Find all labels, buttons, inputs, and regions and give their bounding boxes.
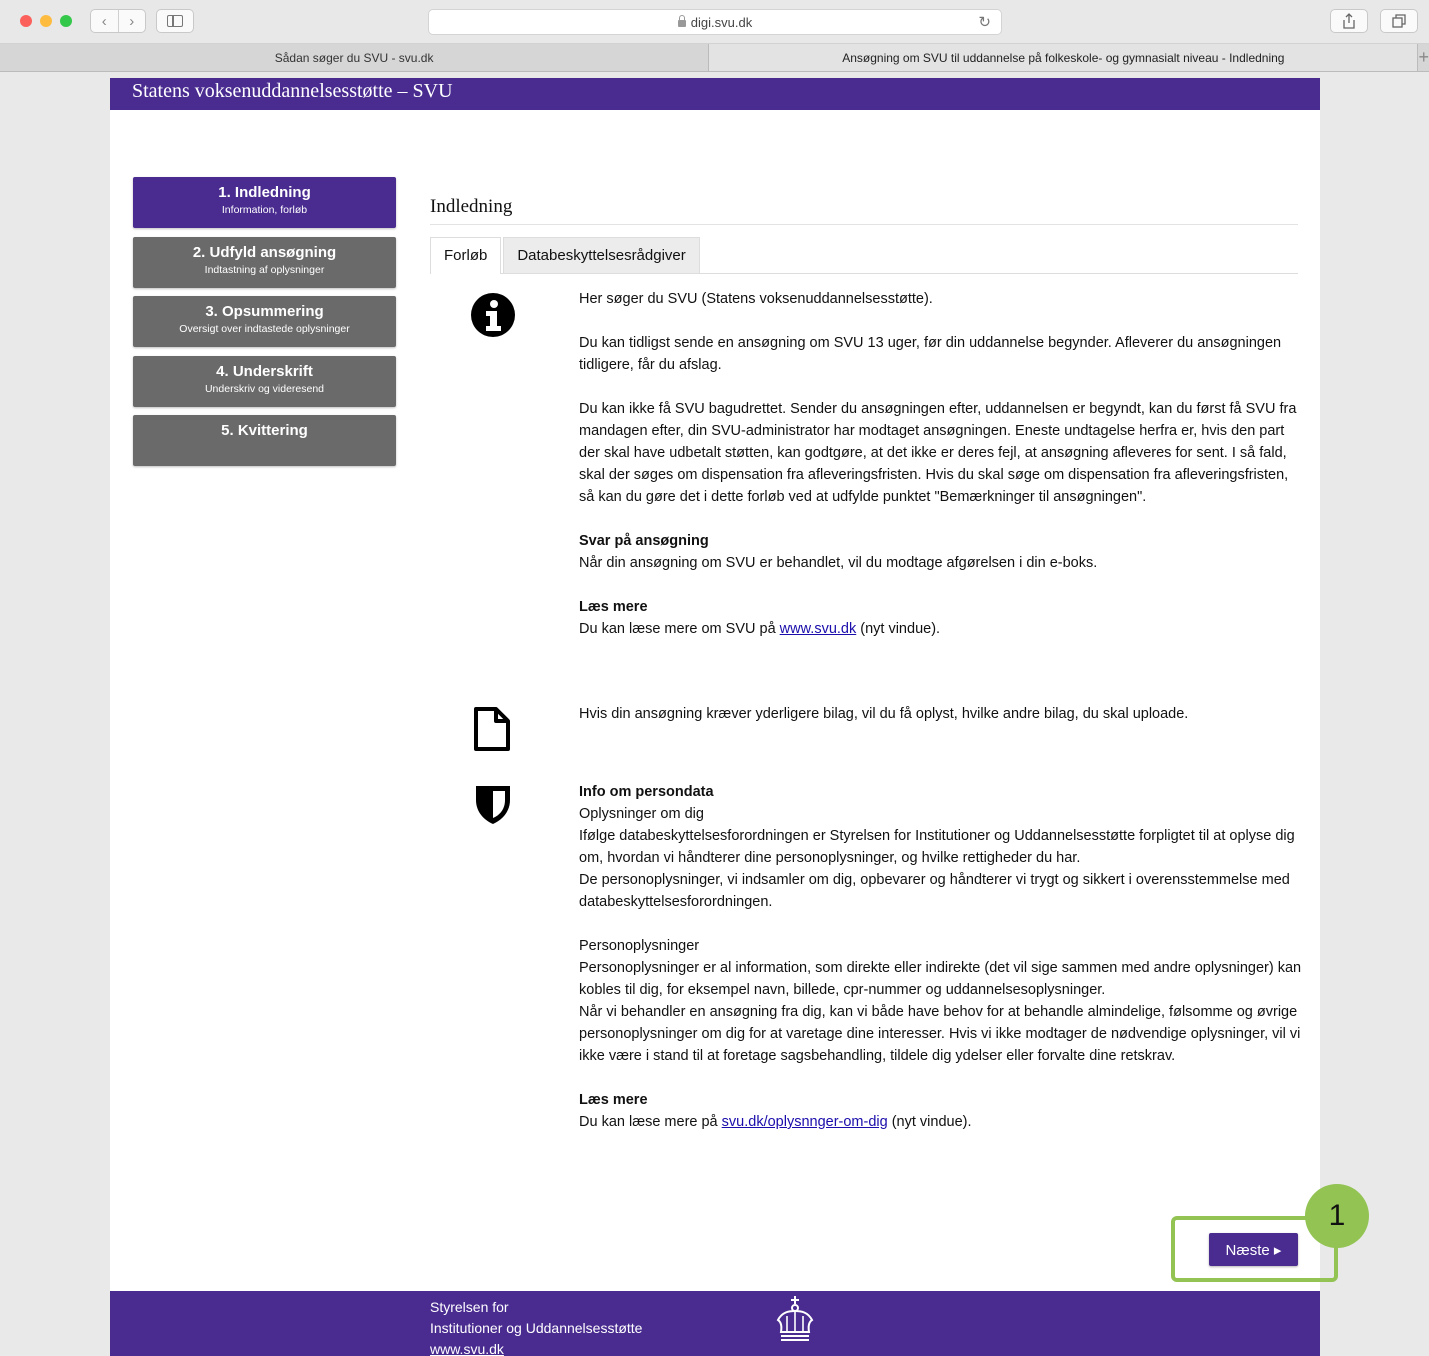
close-window-button[interactable] — [20, 15, 32, 27]
step-title: 1. Indledning — [218, 184, 311, 201]
step-subtitle: Information, forløb — [221, 204, 308, 216]
privacy-subheading: Oplysninger om dig — [579, 806, 704, 822]
url-text: digi.svu.dk — [690, 14, 753, 30]
browser-tab[interactable]: Sådan søger du SVU - svu.dk — [0, 44, 710, 71]
privacy-paragraph: Ifølge databeskyttelsesforordningen er S… — [579, 828, 1295, 866]
privacy-paragraph: Når vi behandler en ansøgning fra dig, k… — [579, 1004, 1301, 1064]
step-subtitle: Oversigt over indtastede oplysninger — [179, 323, 350, 335]
privacy-section: Info om persondata Oplysninger om dig If… — [430, 781, 1301, 1161]
info-paragraph: Du kan ikke få SVU bagudrettet. Sender d… — [579, 401, 1297, 505]
privacy-text: Info om persondata Oplysninger om dig If… — [579, 781, 1304, 1155]
read-more-heading: Læs mere — [579, 599, 648, 615]
content-tabs: Forløb Databeskyttelsesrådgiver — [430, 237, 1298, 274]
history-nav: ‹ › — [90, 9, 146, 33]
privacy-heading: Info om persondata — [579, 784, 714, 800]
site-title: Statens voksenuddannelsesstøtte – SVU — [132, 80, 453, 102]
personal-data-subheading: Personoplysninger — [579, 938, 700, 954]
site-header: Statens voksenuddannelsesstøtte – SVU — [110, 78, 1320, 110]
document-icon — [474, 707, 510, 751]
crown-logo-icon — [776, 1296, 814, 1341]
step-3-opsummering[interactable]: 3. Opsummering Oversigt over indtastede … — [133, 296, 396, 347]
step-title: 3. Opsummering — [205, 303, 324, 320]
page-title: Indledning — [430, 196, 1298, 225]
share-button[interactable] — [1330, 9, 1368, 33]
address-bar[interactable]: digi.svu.dk ↻ — [428, 9, 1002, 35]
reload-icon[interactable]: ↻ — [978, 13, 991, 31]
read-more-suffix: (nyt vindue). — [860, 621, 941, 637]
info-paragraph: Her søger du SVU (Statens voksenuddannel… — [579, 291, 933, 307]
footer-link[interactable]: www.svu.dk — [430, 1339, 642, 1356]
browser-tab-bar: Sådan søger du SVU - svu.dk Ansøgning om… — [0, 44, 1429, 72]
step-5-kvittering[interactable]: 5. Kvittering — [133, 415, 396, 466]
sidebar-toggle-button[interactable] — [156, 9, 194, 33]
privacy-paragraph: De personoplysninger, vi indsamler om di… — [579, 872, 1290, 910]
lock-icon — [677, 14, 686, 27]
step-subtitle: Underskriv og videresend — [204, 382, 325, 395]
read-more-heading: Læs mere — [579, 1092, 648, 1108]
attachments-section: Hvis din ansøgning kræver yderligere bil… — [430, 703, 1298, 783]
info-icon — [471, 293, 515, 337]
step-title: 2. Udfyld ansøgning — [192, 243, 337, 261]
step-1-indledning[interactable]: 1. Indledning Information, forløb — [133, 177, 396, 228]
answer-heading: Svar på ansøgning — [579, 533, 709, 549]
browser-tab-active[interactable]: Ansøgning om SVU til uddannelse på folke… — [709, 44, 1419, 71]
tab-databeskyttelsesradgiver[interactable]: Databeskyttelsesrådgiver — [503, 237, 700, 273]
zoom-window-button[interactable] — [60, 15, 72, 27]
step-navigation: 1. Indledning Information, forløb 2. Udf… — [133, 177, 396, 475]
sidebar-icon — [167, 15, 183, 27]
step-2-udfyld-ansogning[interactable]: 2. Udfyld ansøgning Indtastning af oplys… — [133, 236, 396, 288]
attachments-text: Hvis din ansøgning kræver yderligere bil… — [579, 706, 1189, 722]
footer-org-line: Styrelsen for — [430, 1299, 509, 1315]
read-more-suffix: (nyt vindue). — [891, 1114, 972, 1130]
share-icon — [1343, 13, 1355, 29]
read-more-prefix: Du kan læse mere om SVU på — [579, 621, 776, 637]
forward-button[interactable]: › — [117, 10, 146, 32]
new-tab-button[interactable]: + — [1418, 44, 1429, 71]
tab-forlob[interactable]: Forløb — [430, 237, 502, 274]
info-text: Her søger du SVU (Statens voksenuddannel… — [579, 288, 1304, 662]
info-paragraph: Du kan tidligst sende en ansøgning om SV… — [579, 335, 1282, 373]
site-footer: Styrelsen for Institutioner og Uddannels… — [110, 1291, 1320, 1356]
browser-toolbar: ‹ › digi.svu.dk ↻ — [0, 0, 1429, 44]
answer-text: Når din ansøgning om SVU er behandlet, v… — [579, 555, 1098, 571]
footer-text: Styrelsen for Institutioner og Uddannels… — [430, 1297, 642, 1356]
info-section: Her søger du SVU (Statens voksenuddannel… — [430, 288, 1298, 683]
read-more-prefix: Du kan læse mere på — [579, 1114, 718, 1130]
page: Statens voksenuddannelsesstøtte – SVU 1.… — [110, 78, 1320, 1356]
step-title: 4. Underskrift — [216, 362, 313, 380]
step-4-underskrift[interactable]: 4. Underskrift Underskriv og videresend — [133, 355, 396, 407]
shield-icon — [476, 786, 510, 824]
tabs-icon — [1392, 14, 1406, 28]
main-content: Indledning Forløb Databeskyttelsesrådgiv… — [430, 196, 1301, 1161]
step-subtitle: Indtastning af oplysninger — [204, 263, 325, 276]
svu-link[interactable]: www.svu.dk — [780, 621, 857, 637]
footer-org-line: Institutioner og Uddannelsesstøtte — [430, 1320, 643, 1336]
step-number-badge: 1 — [1305, 1184, 1369, 1248]
privacy-link[interactable]: svu.dk/oplysnnger-om-dig — [722, 1114, 888, 1130]
minimize-window-button[interactable] — [40, 15, 52, 27]
privacy-paragraph: Personoplysninger er al information, som… — [579, 960, 1302, 998]
show-tabs-button[interactable] — [1380, 9, 1418, 33]
step-title: 5. Kvittering — [221, 422, 308, 439]
back-button[interactable]: ‹ — [91, 10, 118, 32]
